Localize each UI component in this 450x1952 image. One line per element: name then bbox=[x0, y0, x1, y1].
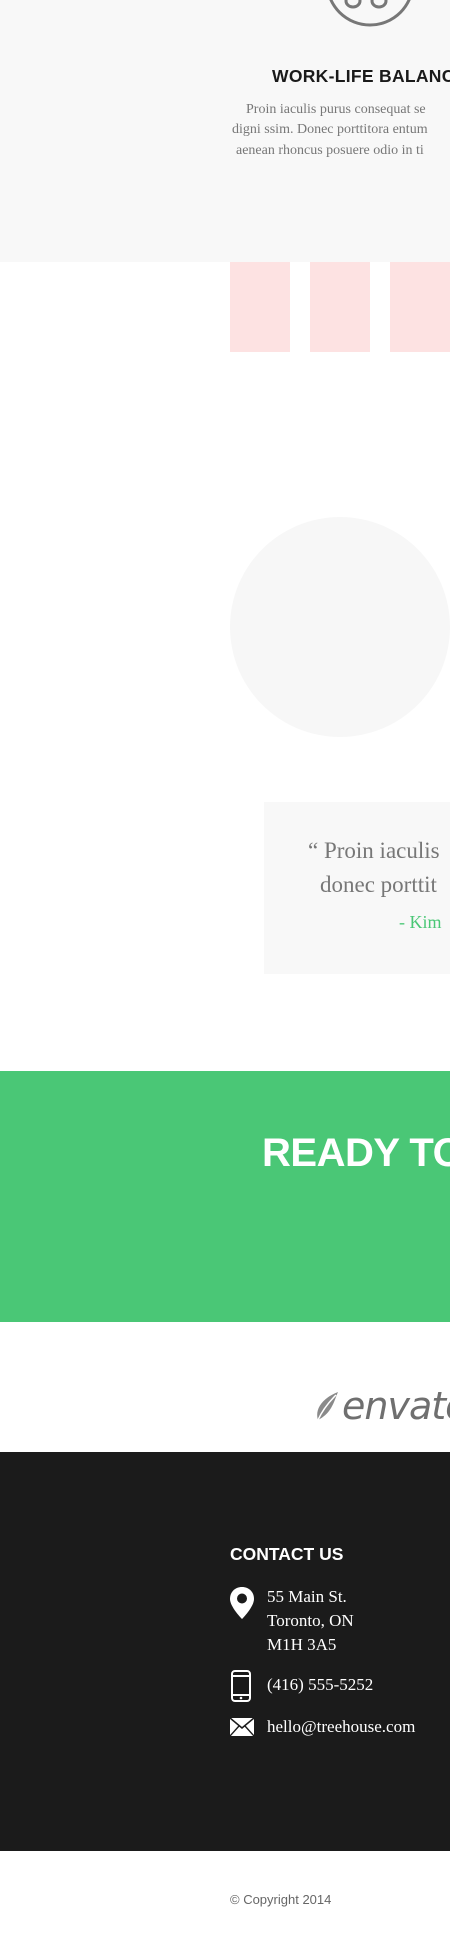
email-link[interactable]: hello@treehouse.com bbox=[267, 1717, 415, 1737]
feature-description-line: Proin iaculis purus consequat se bbox=[246, 102, 426, 117]
address-line: M1H 3A5 bbox=[267, 1635, 337, 1654]
location-pin-icon bbox=[230, 1587, 254, 1619]
profile-image-placeholder bbox=[230, 517, 450, 737]
gallery-tile bbox=[230, 262, 290, 352]
envato-logo[interactable]: envato bbox=[314, 1384, 450, 1428]
phone-icon bbox=[231, 1670, 251, 1702]
gallery-tile bbox=[310, 262, 370, 352]
address-line: Toronto, ON bbox=[267, 1611, 354, 1630]
feature-description-line: digni ssim. Donec porttitora entum bbox=[232, 122, 428, 137]
email-icon bbox=[230, 1718, 254, 1736]
address-line: 55 Main St. bbox=[267, 1587, 347, 1606]
gallery-tile bbox=[390, 262, 450, 352]
site-footer bbox=[0, 1452, 450, 1851]
testimonial-quote-line: “ Proin iaculis bbox=[308, 838, 440, 863]
testimonial-quote-line: donec porttit bbox=[320, 872, 437, 897]
copyright-text: © Copyright 2014 bbox=[230, 1892, 332, 1907]
phone-link[interactable]: (416) 555-5252 bbox=[267, 1675, 373, 1695]
cta-title: READY TO bbox=[262, 1131, 450, 1175]
envato-leaf-icon bbox=[317, 1392, 338, 1421]
testimonial-author: - Kim bbox=[399, 912, 442, 932]
feature-description-line: aenean rhoncus posuere odio in ti bbox=[236, 143, 424, 158]
contact-heading: CONTACT US bbox=[230, 1544, 344, 1564]
cta-section bbox=[0, 1071, 450, 1322]
envato-wordmark: envato bbox=[342, 1384, 450, 1428]
copyright-bar bbox=[0, 1851, 450, 1952]
feature-title: WORK-LIFE BALANCE bbox=[272, 66, 450, 86]
music-note-icon bbox=[329, 0, 411, 27]
